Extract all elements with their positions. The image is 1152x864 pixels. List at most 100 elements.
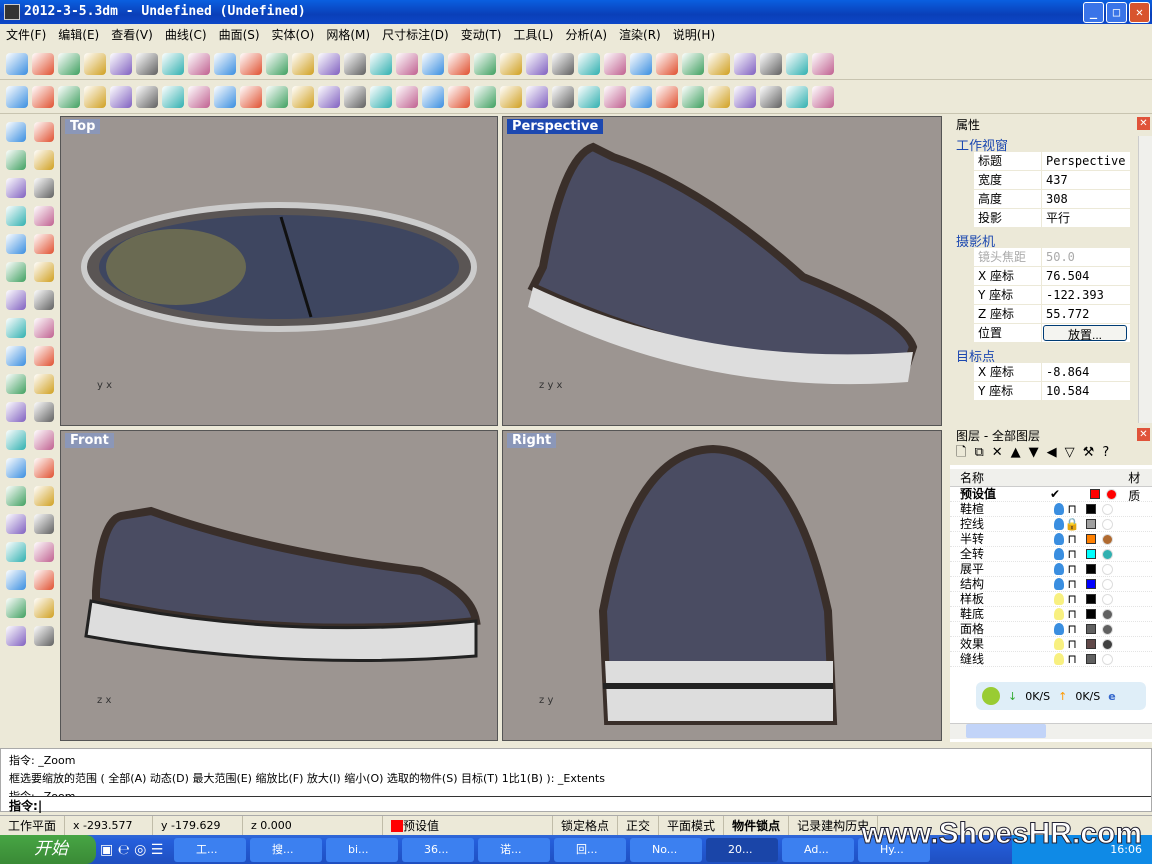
dash-line-icon[interactable] xyxy=(474,85,496,108)
layer-color-swatch[interactable] xyxy=(1086,594,1096,604)
layer-name[interactable]: 鞋底 xyxy=(960,607,1050,622)
layer-name[interactable]: 鞋楦 xyxy=(960,502,1050,517)
paint-icon[interactable] xyxy=(6,626,26,646)
layer-color-swatch[interactable] xyxy=(1086,504,1096,514)
properties-scrollbar[interactable] xyxy=(1138,136,1152,423)
layer-name[interactable]: 结构 xyxy=(960,577,1050,592)
move-down-icon[interactable]: ▼ xyxy=(1029,445,1047,460)
unlock-icon[interactable]: ⊓ xyxy=(1064,547,1080,562)
unlock-icon[interactable]: ⊓ xyxy=(1064,607,1080,622)
shoe-last-1-icon[interactable] xyxy=(6,85,28,108)
quick-launch[interactable]: ▣ ℮ ◎ ☰ xyxy=(100,842,170,858)
property-row[interactable]: 镜头焦距 50.0 xyxy=(974,248,1130,267)
tools-icon[interactable]: ⚒ xyxy=(1083,445,1103,460)
layer-row[interactable]: 控线 🔒 xyxy=(950,517,1152,532)
blue-diamond-2-icon[interactable] xyxy=(760,85,782,108)
property-row[interactable]: X 座标 -8.864 xyxy=(974,363,1130,382)
layer-row[interactable]: 样板 ⊓ xyxy=(950,592,1152,607)
left-icon[interactable]: ◀ xyxy=(1047,445,1065,460)
property-value[interactable]: 308 xyxy=(1042,190,1130,208)
polyline-icon[interactable] xyxy=(500,85,522,108)
unlock-icon[interactable]: ⊓ xyxy=(1064,637,1080,652)
arc-icon[interactable] xyxy=(552,85,574,108)
layer-name[interactable]: 预设值 xyxy=(960,487,1050,502)
curve-offset-icon[interactable] xyxy=(110,85,132,108)
layer-name[interactable]: 展平 xyxy=(960,562,1050,577)
menu-item[interactable]: 说明(H) xyxy=(673,24,715,46)
viewport-top[interactable]: Top y x xyxy=(60,116,498,426)
color-wheel-icon[interactable] xyxy=(604,52,626,75)
layer-row[interactable]: 展平 ⊓ xyxy=(950,562,1152,577)
print-icon[interactable] xyxy=(84,52,106,75)
property-value[interactable]: 437 xyxy=(1042,171,1130,189)
new-icon[interactable] xyxy=(6,52,28,75)
car-icon[interactable] xyxy=(422,52,444,75)
property-row[interactable]: Z 座标 55.772 xyxy=(974,305,1130,324)
layer-row[interactable]: 鞋底 ⊓ xyxy=(950,607,1152,622)
viewport-front[interactable]: Front z x xyxy=(60,430,498,741)
start-button[interactable]: 开始 xyxy=(0,835,96,864)
shoe-last-3-icon[interactable] xyxy=(58,85,80,108)
snap-toggle[interactable]: 锁定格点 xyxy=(553,816,619,835)
property-value[interactable]: 平行 xyxy=(1042,209,1130,227)
shoe-insole-icon[interactable] xyxy=(214,85,236,108)
array-icon[interactable] xyxy=(34,570,54,590)
layer-name[interactable]: 面格 xyxy=(960,622,1050,637)
menu-item[interactable]: 网格(M) xyxy=(326,24,370,46)
layer-row[interactable]: 效果 ⊓ xyxy=(950,637,1152,652)
copy-layer-icon[interactable]: ⧉ xyxy=(974,445,991,460)
layer-row[interactable]: 半转 ⊓ xyxy=(950,532,1152,547)
light-bulb-icon[interactable] xyxy=(1054,533,1064,545)
ruler-icon[interactable] xyxy=(6,570,26,590)
trim-icon[interactable] xyxy=(6,374,26,394)
fillet-icon[interactable] xyxy=(6,234,26,254)
shoe-36-icon[interactable] xyxy=(448,85,470,108)
property-value[interactable]: 50.0 xyxy=(1042,248,1130,266)
shoe-eyelet-icon[interactable] xyxy=(292,85,314,108)
mirror-icon[interactable] xyxy=(34,486,54,506)
layer-row[interactable]: 鞋楦 ⊓ xyxy=(950,502,1152,517)
menu-item[interactable]: 渲染(R) xyxy=(619,24,661,46)
zoom-window-icon[interactable] xyxy=(318,52,340,75)
taskbar-item[interactable]: bi... xyxy=(326,837,398,862)
property-row[interactable]: Y 座标 -122.393 xyxy=(974,286,1130,305)
unlock-icon[interactable]: ⊓ xyxy=(1064,592,1080,607)
property-row[interactable]: 投影 平行 xyxy=(974,209,1130,228)
material-swatch[interactable] xyxy=(1102,503,1113,515)
layer-name[interactable]: 样板 xyxy=(960,592,1050,607)
box-icon[interactable] xyxy=(34,290,54,310)
material-swatch[interactable] xyxy=(1102,578,1113,590)
place-button[interactable]: 放置... xyxy=(1043,325,1127,342)
cylinder-icon[interactable] xyxy=(34,318,54,338)
ortho-toggle[interactable]: 正交 xyxy=(618,816,660,835)
new-layer-icon[interactable]: 🗋 xyxy=(956,445,974,460)
split-icon[interactable] xyxy=(34,374,54,394)
surface-icon[interactable] xyxy=(682,85,704,108)
menu-item[interactable]: 查看(V) xyxy=(111,24,153,46)
polygon-2-icon[interactable] xyxy=(34,234,54,254)
filter-icon[interactable]: ▽ xyxy=(1065,445,1083,460)
light-bulb-icon[interactable] xyxy=(1054,563,1064,575)
taskbar-item[interactable]: No... xyxy=(630,837,702,862)
shoe-insole-2-icon[interactable] xyxy=(240,85,262,108)
material-swatch[interactable] xyxy=(1106,488,1117,500)
current-layer-check[interactable]: ✔ xyxy=(1050,487,1084,502)
menu-item[interactable]: 尺寸标注(D) xyxy=(382,24,449,46)
shoe-heel-icon[interactable] xyxy=(188,85,210,108)
property-row[interactable]: 标题 Perspective xyxy=(974,152,1130,171)
lock-icon[interactable]: 🔒 xyxy=(1064,517,1080,532)
taskbar-item[interactable]: Ad... xyxy=(782,837,854,862)
light-bulb-icon[interactable] xyxy=(1054,608,1064,620)
material-swatch[interactable] xyxy=(1102,608,1113,620)
light-bulb-icon[interactable] xyxy=(1054,503,1064,515)
menu-item[interactable]: 分析(A) xyxy=(565,24,607,46)
shaded-icon[interactable] xyxy=(656,52,678,75)
rectangle-icon[interactable] xyxy=(6,150,26,170)
four-viewports-icon[interactable] xyxy=(396,52,418,75)
menu-item[interactable]: 曲面(S) xyxy=(219,24,260,46)
zoom-extents-icon[interactable] xyxy=(344,52,366,75)
property-value[interactable]: 76.504 xyxy=(1042,267,1130,285)
maximize-button[interactable]: □ xyxy=(1106,2,1127,23)
sphere-icon[interactable] xyxy=(6,290,26,310)
pencil-icon[interactable] xyxy=(734,52,756,75)
